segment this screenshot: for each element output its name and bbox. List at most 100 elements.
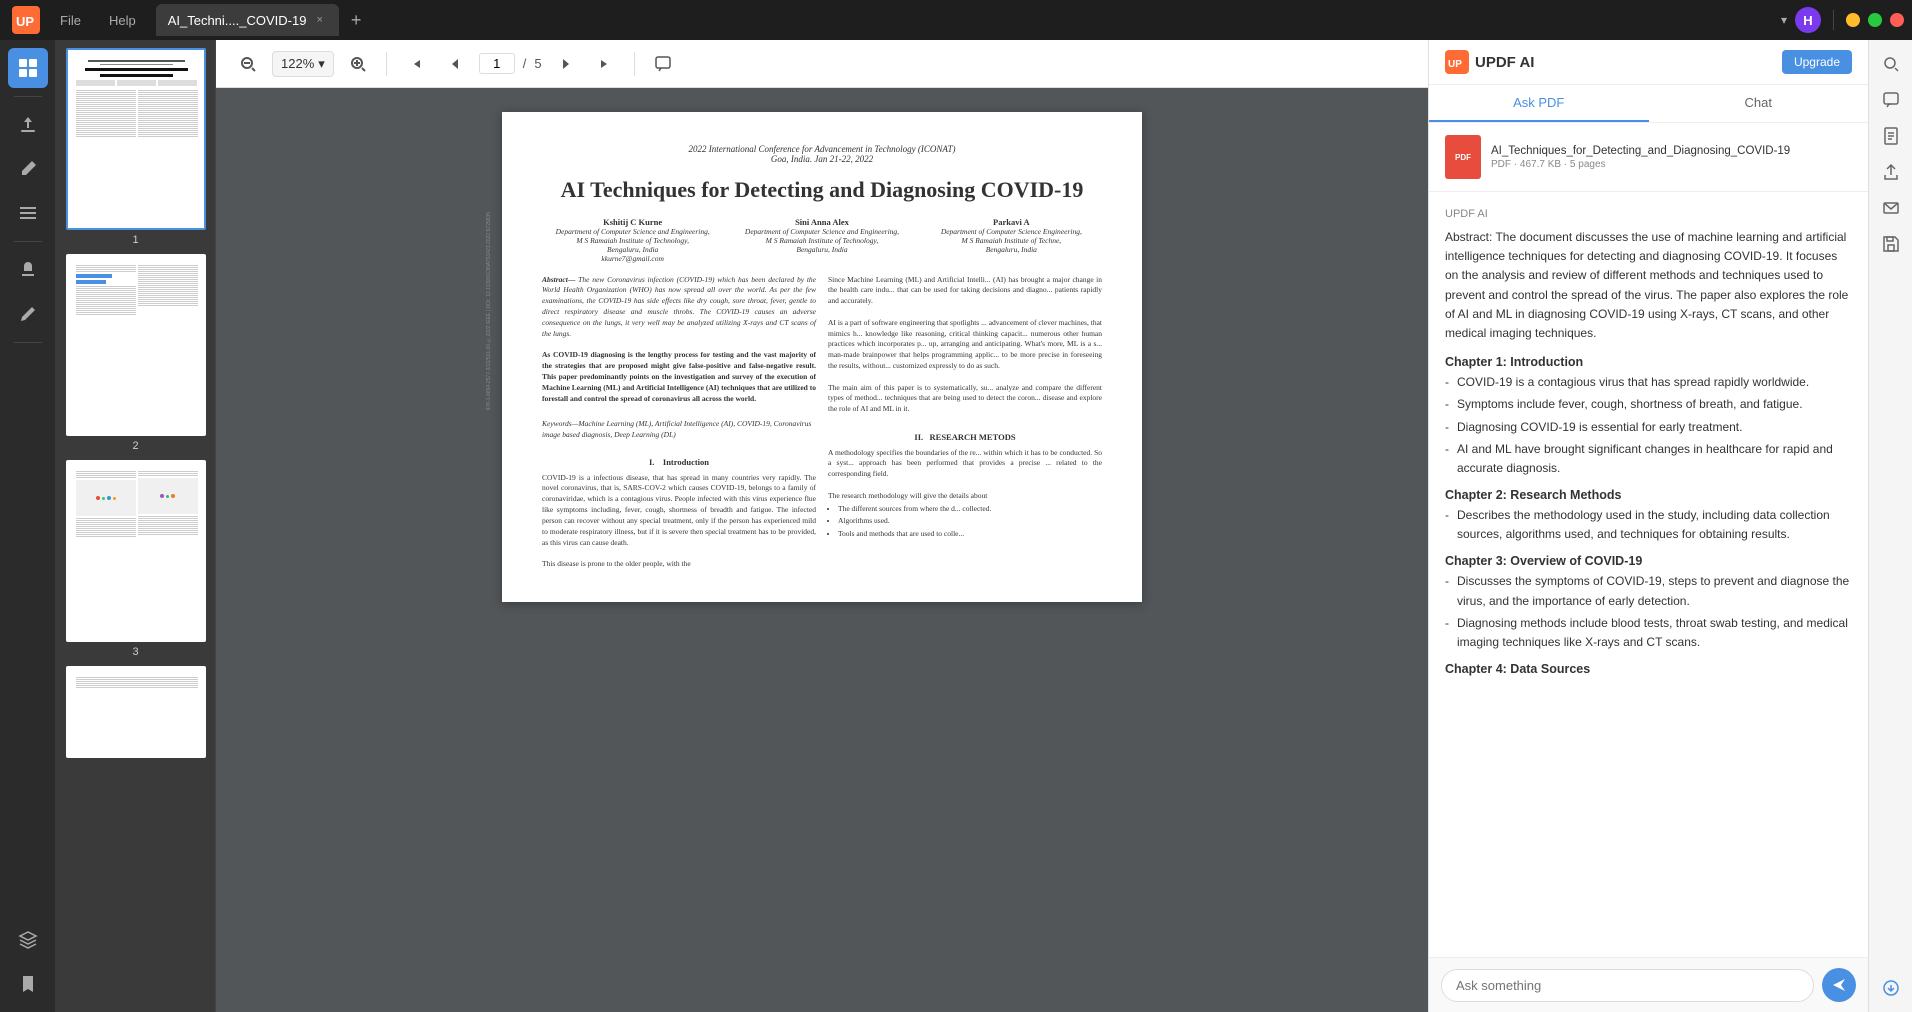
ai-doc-meta: PDF · 467.7 KB · 5 pages <box>1491 159 1790 170</box>
tab-dropdown[interactable]: ▾ <box>1781 13 1787 27</box>
toolbar-sep-1 <box>386 52 387 76</box>
first-page-button[interactable] <box>399 48 431 80</box>
thumbnail-image-1[interactable] <box>66 48 206 230</box>
comment-view-button[interactable] <box>647 48 679 80</box>
ai-input-area <box>1429 957 1868 1012</box>
research-bullets: The different sources from where the d..… <box>828 504 1102 540</box>
toolbar-sep-2 <box>634 52 635 76</box>
close-tab-button[interactable]: × <box>312 12 326 28</box>
user-avatar[interactable]: H <box>1795 7 1821 33</box>
upload-icon[interactable] <box>8 105 48 145</box>
next-page-button[interactable] <box>550 48 582 80</box>
ai-chat-content[interactable]: UPDF AI Abstract: The document discusses… <box>1429 192 1868 957</box>
sidebar-sep-2 <box>14 241 42 242</box>
thumbnail-image-3[interactable] <box>66 460 206 642</box>
stamp-icon[interactable] <box>8 250 48 290</box>
search-right-icon[interactable] <box>1875 48 1907 80</box>
ask-pdf-tab[interactable]: Ask PDF <box>1429 85 1649 122</box>
author1-dept: Department of Computer Science and Engin… <box>542 227 723 236</box>
svg-text:UP: UP <box>16 14 34 29</box>
abstract-text: Abstract— The new Coronavirus infection … <box>542 275 816 340</box>
thumbnail-image-4[interactable] <box>66 666 206 758</box>
divider <box>1833 10 1834 30</box>
upgrade-button[interactable]: Upgrade <box>1782 50 1852 74</box>
help-menu-tab[interactable]: Help <box>97 4 148 36</box>
thumbnail-panel[interactable]: 1 <box>56 40 216 1012</box>
active-document-tab[interactable]: AI_Techni...._COVID-19 × <box>156 4 339 36</box>
pdf-title: AI Techniques for Detecting and Diagnosi… <box>542 176 1102 205</box>
pdf-right-column: Since Machine Learning (ML) and Artifici… <box>828 275 1102 571</box>
thumbnail-page-3[interactable]: 3 <box>64 460 207 658</box>
pdf-page-wrapper: 978-1-6654-2577-3/22/531.00 ©2022 IEEE |… <box>502 112 1142 988</box>
thumbnail-page-num-1: 1 <box>132 234 138 246</box>
page-total-label: 5 <box>534 56 541 71</box>
ai-logo: UP UPDF AI <box>1445 50 1534 74</box>
thumbnail-image-2[interactable] <box>66 254 206 436</box>
pdf-toolbar: 122% ▾ / 5 <box>216 40 1428 88</box>
sidebar-sep-3 <box>14 342 42 343</box>
document-right-icon[interactable] <box>1875 120 1907 152</box>
thumbnail-view-icon[interactable] <box>8 48 48 88</box>
section2-title: II. Research Metods <box>828 432 1102 444</box>
ai-chapter-2-bullet-1: Describes the methodology used in the st… <box>1445 506 1852 544</box>
sidebar-sep-1 <box>14 96 42 97</box>
file-menu-tab[interactable]: File <box>48 4 93 36</box>
prev-page-button[interactable] <box>439 48 471 80</box>
zoom-level-display[interactable]: 122% ▾ <box>272 51 334 77</box>
ai-chapter-1-bullet-4: AI and ML have brought significant chang… <box>1445 440 1852 478</box>
close-button[interactable] <box>1890 13 1904 27</box>
zoom-in-button[interactable] <box>342 48 374 80</box>
ai-logo-text: UPDF AI <box>1475 54 1534 71</box>
title-bar: UP File Help AI_Techni...._COVID-19 × + … <box>0 0 1912 40</box>
zoom-dropdown-icon: ▾ <box>318 56 325 72</box>
ai-logo-icon: UP <box>1445 50 1469 74</box>
left-sidebar <box>0 40 56 1012</box>
section1-title: I. Introduction <box>542 457 816 469</box>
pdf-authors: Kshitij C Kurne Department of Computer S… <box>542 217 1102 263</box>
pdf-viewer-area: 122% ▾ / 5 <box>216 40 1428 1012</box>
ai-abstract-summary: Abstract: The document discusses the use… <box>1445 228 1852 343</box>
thumbnail-page-1[interactable]: 1 <box>64 48 207 246</box>
bookmark-sidebar-icon[interactable] <box>8 964 48 1004</box>
comment-right-icon[interactable] <box>1875 84 1907 116</box>
layers-icon[interactable] <box>8 920 48 960</box>
ai-chapter-1-bullet-1: COVID-19 is a contagious virus that has … <box>1445 373 1852 392</box>
ai-chapter-3-bullet-2: Diagnosing methods include blood tests, … <box>1445 614 1852 652</box>
thumbnail-page-num-2: 2 <box>132 440 138 452</box>
thumbnail-page-num-3: 3 <box>132 646 138 658</box>
page-number-input[interactable] <box>479 53 515 74</box>
ai-send-button[interactable] <box>1822 968 1856 1002</box>
ai-doc-filename: AI_Techniques_for_Detecting_and_Diagnosi… <box>1491 145 1790 157</box>
share-right-icon[interactable] <box>1875 156 1907 188</box>
ai-chat-input[interactable] <box>1441 969 1814 1002</box>
minimize-button[interactable] <box>1846 13 1860 27</box>
pdf-content-area[interactable]: 978-1-6654-2577-3/22/531.00 ©2022 IEEE |… <box>216 88 1428 1012</box>
mail-right-icon[interactable] <box>1875 192 1907 224</box>
window-controls: ▾ H <box>1781 7 1904 33</box>
ai-doc-details: AI_Techniques_for_Detecting_and_Diagnosi… <box>1491 145 1790 170</box>
pdf-conference-text: 2022 International Conference for Advanc… <box>542 144 1102 164</box>
edit-icon[interactable] <box>8 149 48 189</box>
list-view-icon[interactable] <box>8 193 48 233</box>
svg-text:UP: UP <box>1448 59 1462 70</box>
ai-chapter-3-title: Chapter 3: Overview of COVID-19 <box>1445 554 1852 568</box>
ai-panel-header: UP UPDF AI Upgrade <box>1429 40 1868 85</box>
ai-chapter-1-bullet-3: Diagnosing COVID-19 is essential for ear… <box>1445 418 1852 437</box>
app-logo: UP <box>8 2 44 38</box>
author1-name: Kshitij C Kurne <box>542 217 723 227</box>
ai-doc-type-icon <box>1445 135 1481 179</box>
sign-icon[interactable] <box>8 294 48 334</box>
save-right-icon[interactable] <box>1875 228 1907 260</box>
chat-tab[interactable]: Chat <box>1649 85 1869 122</box>
ai-chapter-1-title: Chapter 1: Introduction <box>1445 355 1852 369</box>
thumbnail-page-4[interactable] <box>64 666 207 758</box>
zoom-value: 122% <box>281 56 314 71</box>
maximize-button[interactable] <box>1868 13 1882 27</box>
right-icon-strip <box>1868 40 1912 1012</box>
add-tab-button[interactable]: + <box>343 10 370 31</box>
zoom-out-button[interactable] <box>232 48 264 80</box>
thumbnail-page-2[interactable]: 2 <box>64 254 207 452</box>
page-separator: / <box>523 56 527 71</box>
bottom-action-icon[interactable] <box>1875 972 1907 1004</box>
last-page-button[interactable] <box>590 48 622 80</box>
